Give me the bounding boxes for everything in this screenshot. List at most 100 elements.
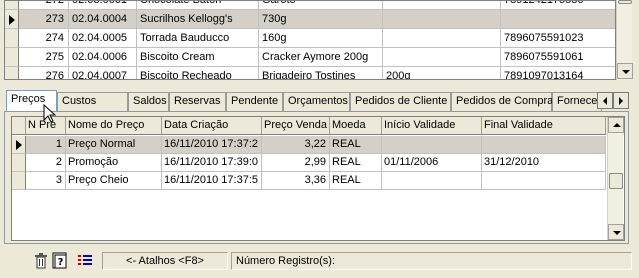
- row-indicator[interactable]: [12, 136, 26, 154]
- validity-end-cell[interactable]: [482, 136, 606, 154]
- prices-grid[interactable]: N Pre Nome do Preço Data Criação Preço Vend…: [11, 116, 625, 241]
- record-count-field: Número Registro(s):: [231, 252, 632, 270]
- code-cell[interactable]: 02.04.0005: [69, 29, 137, 48]
- barcode-cell[interactable]: 7891242175586: [501, 1, 615, 10]
- unit-cell[interactable]: [383, 29, 501, 48]
- column-header[interactable]: Preço Venda: [262, 117, 330, 135]
- prices-scroll-thumb[interactable]: [609, 173, 623, 189]
- column-header[interactable]: Final Validade: [482, 117, 606, 135]
- columns-icon[interactable]: [76, 252, 94, 270]
- product-name-cell[interactable]: Chocolate Baton: [137, 1, 259, 10]
- validity-start-cell[interactable]: 01/11/2006: [382, 154, 482, 172]
- row-indicator[interactable]: [5, 48, 19, 67]
- price-name-cell[interactable]: Preço Normal: [66, 136, 162, 154]
- row-indicator[interactable]: [5, 67, 19, 79]
- barcode-cell[interactable]: 7896075591061: [501, 48, 615, 67]
- barcode-cell[interactable]: 7891097013164: [501, 67, 615, 79]
- tab-scroll-right-button[interactable]: [613, 92, 629, 109]
- table-row[interactable]: 272 02.03.0001 Chocolate Baton Garoto 789124…: [5, 1, 615, 10]
- seq-cell[interactable]: 273: [19, 10, 69, 29]
- tab-reservas[interactable]: Reservas: [169, 92, 226, 111]
- price-number-cell[interactable]: 3: [26, 172, 66, 190]
- table-row[interactable]: 1 Preço Normal 16/11/2010 17:37:2 3,22 REAL: [12, 136, 624, 154]
- description-cell[interactable]: Garoto: [259, 1, 383, 10]
- price-name-cell[interactable]: Preço Cheio: [66, 172, 162, 190]
- tab-fornece[interactable]: Fornece: [552, 92, 602, 111]
- tab-scroll-left-button[interactable]: [597, 92, 613, 109]
- description-cell[interactable]: Cracker Aymore 200g: [259, 48, 383, 67]
- prices-scroll-up-button[interactable]: [608, 117, 624, 133]
- price-number-cell[interactable]: 1: [26, 136, 66, 154]
- currency-cell[interactable]: REAL: [330, 154, 382, 172]
- column-header[interactable]: Moeda: [330, 117, 382, 135]
- product-name-cell[interactable]: Sucrilhos Kellogg's: [137, 10, 259, 29]
- products-vscrollbar[interactable]: [616, 0, 633, 80]
- created-date-cell[interactable]: 16/11/2010 17:37:2: [162, 136, 262, 154]
- column-header[interactable]: Nome do Preço: [66, 117, 162, 135]
- code-cell[interactable]: 02.04.0004: [69, 10, 137, 29]
- validity-start-cell[interactable]: [382, 136, 482, 154]
- table-row[interactable]: 273 02.04.0004 Sucrilhos Kellogg's 730g: [5, 10, 615, 29]
- row-indicator[interactable]: [5, 10, 19, 29]
- products-scroll-down-button[interactable]: [617, 63, 633, 79]
- table-row[interactable]: 2 Promoção 16/11/2010 17:39:0 2,99 REAL 01/11…: [12, 154, 624, 172]
- currency-cell[interactable]: REAL: [330, 172, 382, 190]
- tab-pendente[interactable]: Pendente: [226, 92, 283, 111]
- shortcuts-label: <- Atalhos <F8>: [126, 255, 204, 267]
- sale-price-cell[interactable]: 2,99: [262, 154, 330, 172]
- prices-vscrollbar[interactable]: [607, 117, 624, 240]
- price-number-cell[interactable]: 2: [26, 154, 66, 172]
- code-cell[interactable]: 02.04.0007: [69, 67, 137, 79]
- table-row[interactable]: 274 02.04.0005 Torrada Bauducco 160g 7896075…: [5, 29, 615, 48]
- products-grid[interactable]: 272 02.03.0001 Chocolate Baton Garoto 789124…: [4, 0, 616, 80]
- validity-start-cell[interactable]: [382, 172, 482, 190]
- seq-cell[interactable]: 274: [19, 29, 69, 48]
- seq-cell[interactable]: 272: [19, 1, 69, 10]
- code-cell[interactable]: 02.04.0006: [69, 48, 137, 67]
- unit-cell[interactable]: [383, 1, 501, 10]
- description-cell[interactable]: 730g: [259, 10, 383, 29]
- row-indicator[interactable]: [12, 154, 26, 172]
- table-row[interactable]: 3 Preço Cheio 16/11/2010 17:37:5 3,36 REAL: [12, 172, 624, 190]
- unit-cell[interactable]: 200g: [383, 67, 501, 79]
- seq-cell[interactable]: 276: [19, 67, 69, 79]
- table-row[interactable]: 276 02.04.0007 Biscoito Recheado Brigadeiro…: [5, 67, 615, 79]
- sale-price-cell[interactable]: 3,22: [262, 136, 330, 154]
- row-indicator[interactable]: [5, 29, 19, 48]
- validity-end-cell[interactable]: [482, 172, 606, 190]
- products-scroll-thumb[interactable]: [618, 0, 632, 4]
- row-indicator[interactable]: [12, 172, 26, 190]
- column-header[interactable]: Início Validade: [382, 117, 482, 135]
- validity-end-cell[interactable]: 31/12/2010: [482, 154, 606, 172]
- tab-saldos-filial[interactable]: Saldos Filial: [128, 92, 192, 111]
- sale-price-cell[interactable]: 3,36: [262, 172, 330, 190]
- seq-cell[interactable]: 275: [19, 48, 69, 67]
- trash-icon[interactable]: [32, 252, 50, 270]
- product-name-cell[interactable]: Biscoito Cream: [137, 48, 259, 67]
- row-indicator[interactable]: [5, 1, 19, 10]
- tab-pedidos-de-cliente[interactable]: Pedidos de Cliente: [350, 92, 451, 111]
- description-cell[interactable]: Brigadeiro Tostines: [259, 67, 383, 79]
- description-cell[interactable]: 160g: [259, 29, 383, 48]
- table-row[interactable]: 275 02.04.0006 Biscoito Cream Cracker Aymor…: [5, 48, 615, 67]
- help-icon[interactable]: ?: [51, 252, 69, 270]
- product-name-cell[interactable]: Biscoito Recheado: [137, 67, 259, 79]
- code-cell[interactable]: 02.03.0001: [69, 1, 137, 10]
- prices-scroll-down-button[interactable]: [608, 224, 624, 240]
- column-header[interactable]: Data Criação: [162, 117, 262, 135]
- unit-cell[interactable]: [383, 48, 501, 67]
- barcode-cell[interactable]: [501, 10, 615, 29]
- product-name-cell[interactable]: Torrada Bauducco: [137, 29, 259, 48]
- unit-cell[interactable]: [383, 10, 501, 29]
- shortcuts-field[interactable]: <- Atalhos <F8>: [102, 252, 228, 270]
- currency-cell[interactable]: REAL: [330, 136, 382, 154]
- chevron-right-icon: [619, 97, 623, 105]
- created-date-cell[interactable]: 16/11/2010 17:37:5: [162, 172, 262, 190]
- status-bar: ? <- Atalhos <F8> Número Registro(s):: [4, 250, 634, 272]
- created-date-cell[interactable]: 16/11/2010 17:39:0: [162, 154, 262, 172]
- tab-pedidos-de-compra[interactable]: Pedidos de Compra: [451, 92, 553, 111]
- tab-custos[interactable]: Custos: [57, 92, 128, 111]
- barcode-cell[interactable]: 7896075591023: [501, 29, 615, 48]
- price-name-cell[interactable]: Promoção: [66, 154, 162, 172]
- tab-or-amentos[interactable]: Orçamentos: [283, 92, 350, 111]
